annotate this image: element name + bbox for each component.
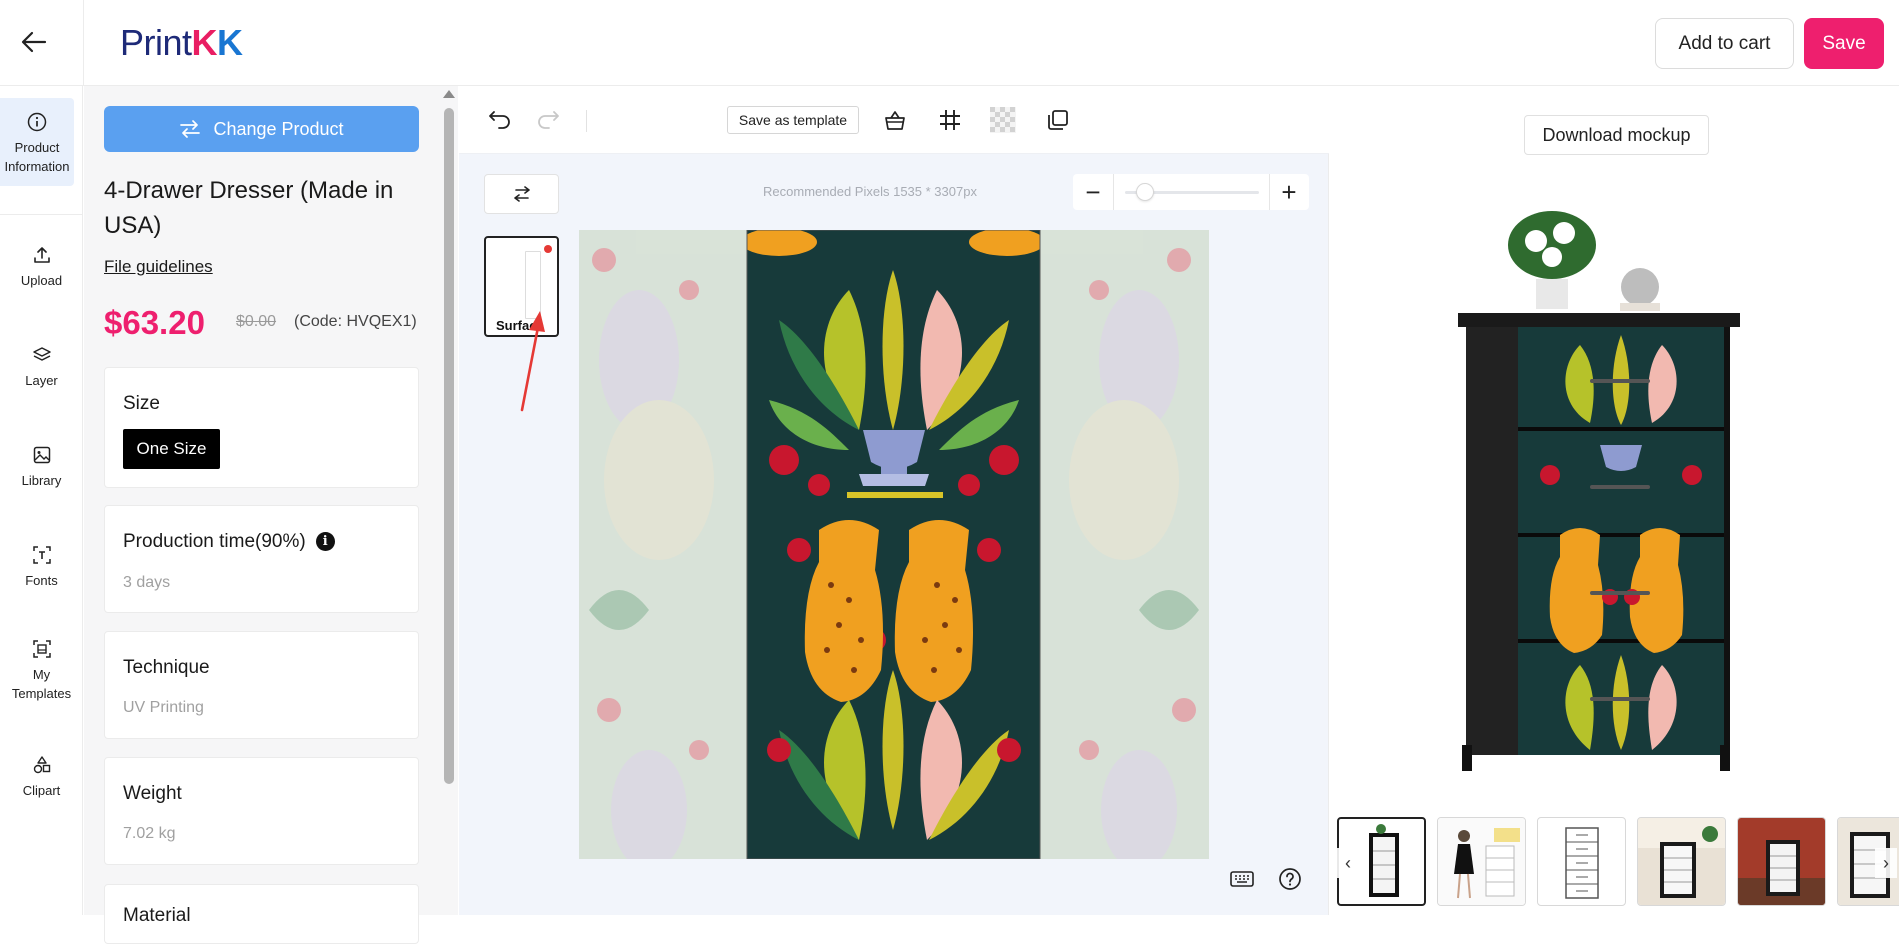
rail-item-upload[interactable]: Upload xyxy=(0,245,83,290)
left-tool-rail: Product Information Upload Layer Library… xyxy=(0,86,83,915)
technique-value: UV Printing xyxy=(123,699,204,716)
production-time-label: Production time(90%) xyxy=(123,531,306,552)
scrollbar-thumb[interactable] xyxy=(444,108,454,784)
rail-label: My xyxy=(32,667,51,682)
template-icon xyxy=(32,640,51,658)
size-label: Size xyxy=(123,393,160,414)
swap-icon xyxy=(513,186,530,202)
weight-value: 7.02 kg xyxy=(123,825,176,842)
product-title: 4-Drawer Dresser (Made in USA) xyxy=(104,177,394,239)
production-time-card: Production time(90%) i 3 days xyxy=(104,505,419,613)
technique-card: Technique UV Printing xyxy=(104,631,419,739)
thumbnails-next-arrow[interactable]: › xyxy=(1875,848,1897,878)
zoom-control: − + xyxy=(1073,174,1309,210)
technique-label: Technique xyxy=(123,657,210,678)
back-arrow-icon[interactable] xyxy=(18,26,50,58)
redo-icon[interactable] xyxy=(533,106,563,134)
material-label: Material xyxy=(123,905,191,926)
zoom-in-button[interactable]: + xyxy=(1271,174,1307,210)
product-price: $63.20 xyxy=(104,304,205,341)
duplicate-icon[interactable] xyxy=(1043,106,1073,134)
image-icon xyxy=(33,446,50,464)
mockup-thumbnail-dresser-white[interactable] xyxy=(1537,817,1626,906)
swap-surface-button[interactable] xyxy=(484,174,559,214)
size-card: Size One Size xyxy=(104,367,419,488)
rail-label: Library xyxy=(21,473,62,488)
grid-icon[interactable] xyxy=(935,106,965,134)
transparency-icon[interactable] xyxy=(988,106,1018,134)
help-icon[interactable] xyxy=(1277,866,1303,892)
rail-label: Product xyxy=(14,140,60,155)
logo-k1: K xyxy=(191,22,218,63)
keyboard-shortcuts-icon[interactable] xyxy=(1227,866,1257,892)
thumbnails-prev-arrow[interactable]: ‹ xyxy=(1337,848,1359,878)
printkk-logo[interactable]: Print K K xyxy=(120,20,243,66)
download-mockup-button[interactable]: Download mockup xyxy=(1524,115,1709,155)
undo-icon[interactable] xyxy=(485,106,515,134)
save-button[interactable]: Save xyxy=(1804,18,1884,69)
recommended-pixels: Recommended Pixels 1535 * 3307px xyxy=(763,184,977,199)
info-icon xyxy=(27,112,47,132)
weight-label: Weight xyxy=(123,783,182,804)
swap-arrows-icon xyxy=(180,120,201,138)
logo-k2: K xyxy=(217,22,243,63)
layers-icon xyxy=(32,347,51,361)
rail-label: Layer xyxy=(25,373,58,388)
rail-label: Information xyxy=(4,159,70,174)
rail-item-library[interactable]: Library xyxy=(0,445,83,490)
zoom-slider-knob[interactable] xyxy=(1136,183,1155,201)
top-bar: Print K K Add to cart Save xyxy=(0,0,1899,86)
material-card: Material xyxy=(104,884,419,944)
save-as-template-button[interactable]: Save as template xyxy=(727,106,859,134)
logo-text: Print xyxy=(120,22,192,63)
shapes-icon xyxy=(33,756,50,774)
weight-card: Weight 7.02 kg xyxy=(104,757,419,865)
file-guidelines-link[interactable]: File guidelines xyxy=(104,257,213,277)
surface-thumbnail[interactable]: Surface xyxy=(484,236,559,337)
zoom-out-button[interactable]: − xyxy=(1075,174,1111,210)
rail-label: Fonts xyxy=(25,573,58,588)
rail-item-product-information[interactable]: Product Information xyxy=(0,98,74,186)
surface-label: Surface xyxy=(496,318,544,333)
add-to-cart-button[interactable]: Add to cart xyxy=(1655,18,1794,69)
rail-item-fonts[interactable]: Fonts xyxy=(0,545,83,590)
mockup-thumbnail-dresser-red-room[interactable] xyxy=(1737,817,1826,906)
surface-preview xyxy=(525,251,541,319)
scroll-up-arrow[interactable] xyxy=(443,90,455,98)
production-time-heading: Production time(90%) i xyxy=(123,531,335,553)
rail-label: Templates xyxy=(11,686,72,701)
mockup-thumbnail-dresser-room[interactable] xyxy=(1637,817,1726,906)
toolbar-divider xyxy=(586,110,587,132)
size-option-one-size[interactable]: One Size xyxy=(123,429,220,469)
info-icon[interactable]: i xyxy=(315,532,335,551)
rail-item-clipart[interactable]: Clipart xyxy=(0,755,83,800)
basket-icon[interactable] xyxy=(880,106,910,134)
product-code: (Code: HVQEX1) xyxy=(294,313,417,330)
text-icon xyxy=(32,546,51,564)
active-surface-dot xyxy=(544,245,552,253)
rail-item-layer[interactable]: Layer xyxy=(0,345,83,390)
upload-icon xyxy=(33,247,50,263)
mockup-thumbnail-model-with-dresser[interactable] xyxy=(1437,817,1526,906)
rail-item-my-templates[interactable]: My Templates xyxy=(0,639,83,703)
original-price: $0.00 xyxy=(236,313,277,330)
rail-label: Clipart xyxy=(22,783,61,798)
change-product-label: Change Product xyxy=(213,118,344,139)
production-time-value: 3 days xyxy=(123,574,171,591)
design-artwork[interactable] xyxy=(579,230,1209,859)
dresser-mockup-image xyxy=(1458,211,1740,771)
rail-label: Upload xyxy=(20,273,63,288)
change-product-button[interactable]: Change Product xyxy=(104,106,419,152)
